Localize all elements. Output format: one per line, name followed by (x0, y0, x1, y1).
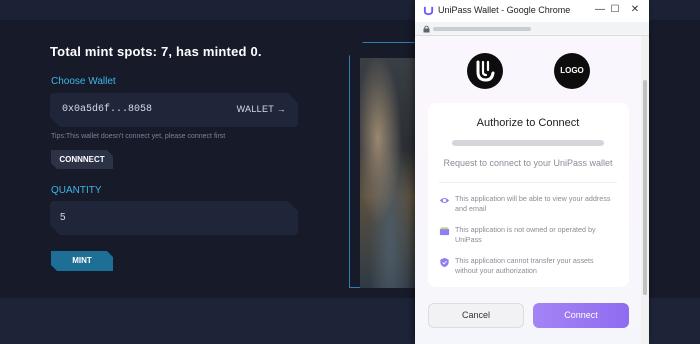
quantity-input[interactable]: 5 (50, 201, 298, 235)
card-title: Authorize to Connect (476, 117, 580, 129)
unipass-popup-window: UniPass Wallet - Google Chrome — ☐ ✕ LOG… (415, 0, 649, 344)
wallet-link[interactable]: WALLET → (237, 104, 286, 114)
cancel-button[interactable]: Cancel (428, 303, 524, 328)
popup-connect-button[interactable]: Connect (533, 303, 629, 328)
unipass-u-icon (476, 60, 495, 82)
permission-text: This application will be able to view yo… (455, 194, 611, 213)
unipass-logo-icon (423, 6, 434, 16)
shield-icon (440, 257, 449, 268)
quantity-value: 5 (60, 212, 66, 223)
window-title: UniPass Wallet - Google Chrome (438, 5, 571, 15)
maximize-icon[interactable]: ☐ (608, 4, 622, 15)
unipass-logo (467, 53, 503, 89)
choose-wallet-label: Choose Wallet (51, 76, 116, 87)
window-titlebar: UniPass Wallet - Google Chrome — ☐ ✕ (415, 0, 649, 22)
quantity-label: QUANTITY (51, 185, 102, 196)
lock-icon (423, 25, 430, 33)
eye-icon (439, 197, 450, 204)
divider (439, 182, 617, 183)
request-text: Request to connect to your UniPass walle… (443, 158, 613, 168)
permission-text: This application cannot transfer your as… (455, 256, 594, 275)
wallet-field[interactable]: 0x0a5d6f...8058 WALLET → (50, 93, 298, 127)
wallet-address: 0x0a5d6f...8058 (62, 104, 153, 115)
app-logo: LOGO (554, 53, 590, 89)
address-bar (415, 22, 649, 36)
minimize-icon[interactable]: — (593, 4, 607, 15)
origin-blurred (452, 140, 604, 146)
url-text-blurred (433, 27, 531, 31)
nft-preview-image (360, 58, 420, 288)
permission-text: This application is not owned or operate… (455, 225, 596, 244)
card-icon (439, 227, 450, 236)
scrollbar-thumb[interactable] (643, 80, 647, 295)
close-icon[interactable]: ✕ (628, 4, 642, 15)
mint-title: Total mint spots: 7, has minted 0. (50, 44, 262, 59)
mint-button[interactable]: MINT (51, 251, 113, 271)
wallet-tips: Tips:This wallet doesn't connect yet, pl… (51, 133, 226, 140)
connect-button[interactable]: CONNNECT (51, 150, 113, 169)
